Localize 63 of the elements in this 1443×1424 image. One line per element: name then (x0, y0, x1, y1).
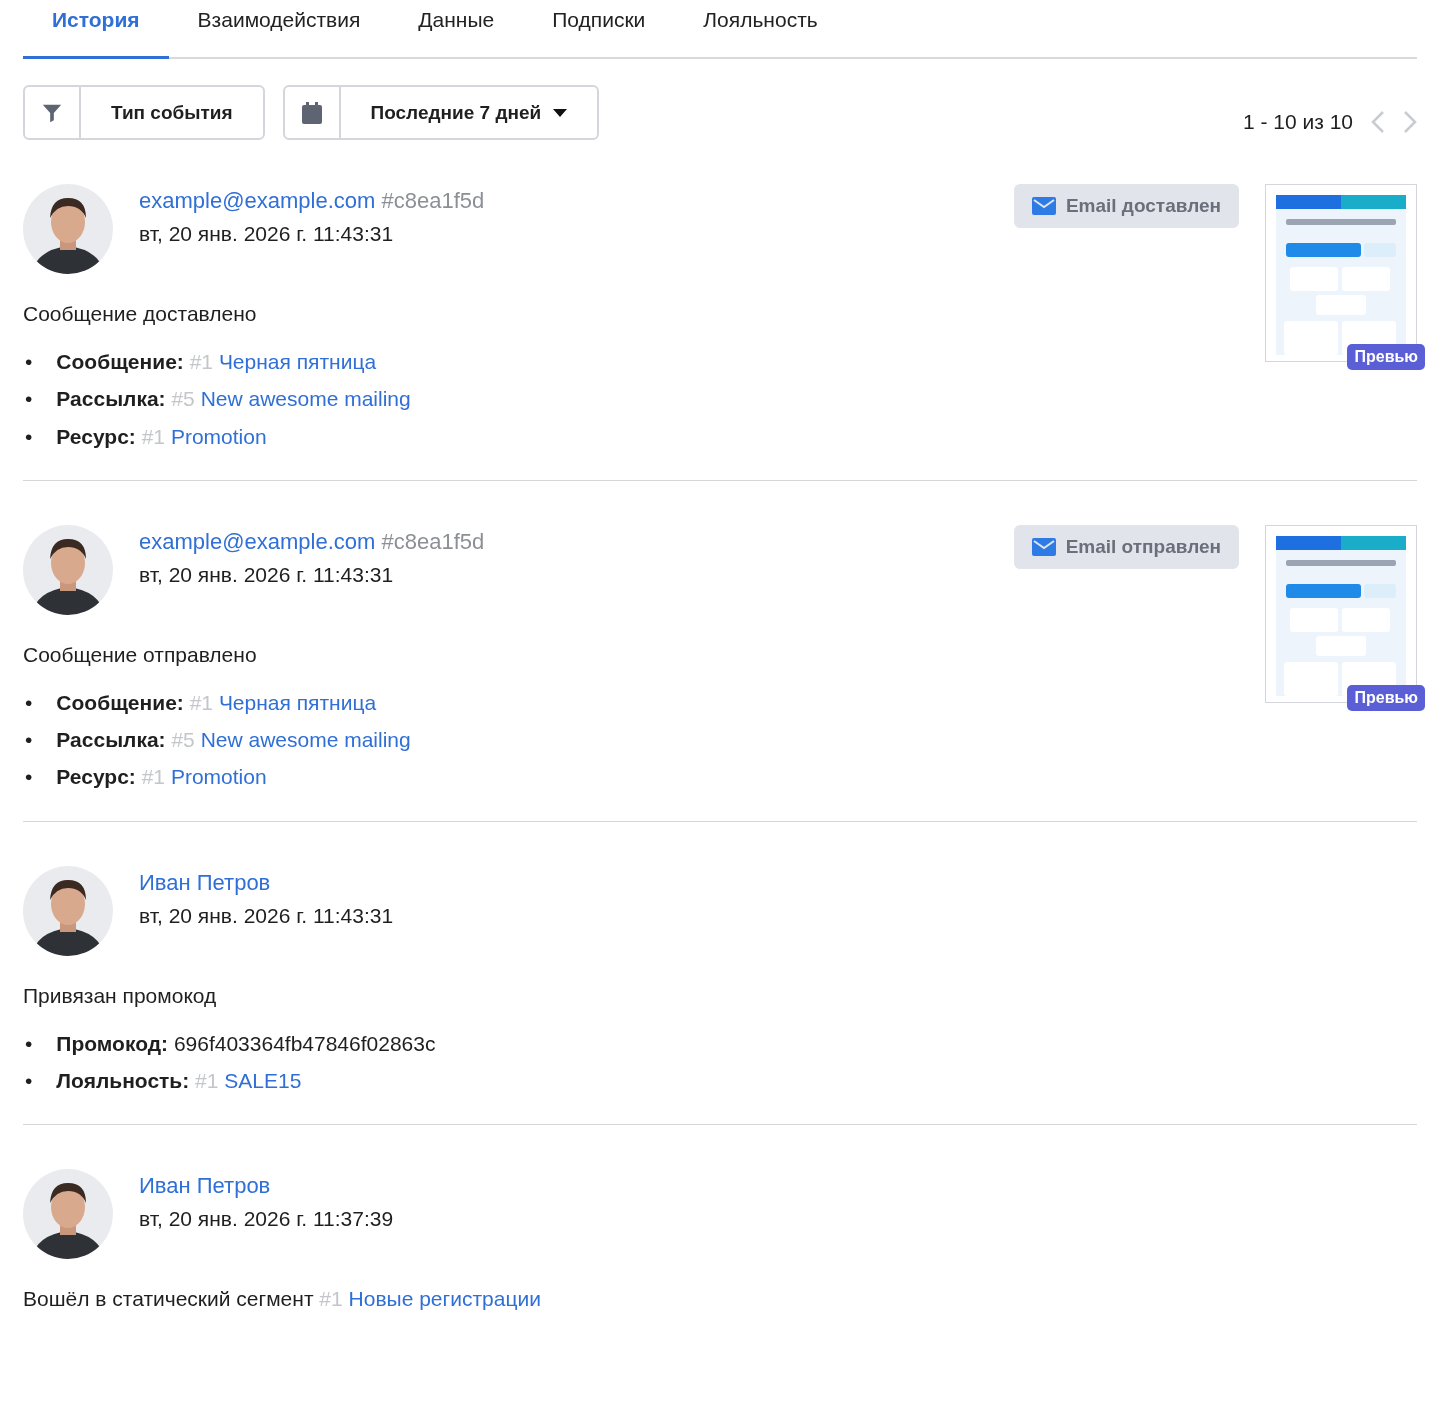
caret-icon (553, 108, 568, 117)
mail-icon (1031, 197, 1056, 215)
tab[interactable]: Взаимодействия (168, 0, 390, 59)
actor-link[interactable]: example@example.com (139, 188, 376, 213)
tab[interactable]: Лояльность (674, 0, 847, 59)
period-dropdown[interactable]: Последние 7 дней (282, 85, 600, 140)
detail-value: 696f403364fb47846f02863c (173, 1030, 436, 1057)
tab[interactable]: Данные (389, 0, 524, 59)
event-type-filter[interactable]: Тип события (23, 85, 265, 140)
actor-link[interactable]: Иван Петров (139, 869, 271, 895)
reference-number: #1 (189, 349, 214, 375)
detail-label: Рассылка: (56, 386, 166, 413)
status-badge: Email отправлен (1013, 524, 1239, 569)
mail-icon (1031, 537, 1056, 556)
bullet: • (25, 349, 33, 375)
bullet: • (25, 423, 33, 450)
event-time: вт, 20 янв. 2026 г. 11:43:31 (139, 903, 394, 928)
event-time: вт, 20 янв. 2026 г. 11:43:31 (139, 222, 395, 246)
detail-link[interactable]: New awesome mailing (200, 385, 411, 413)
event-title: Вошёл в статический сегмент (23, 1287, 314, 1311)
detail-link[interactable]: Promotion (170, 763, 267, 791)
bullet: • (25, 727, 33, 754)
event-title: Привязан промокод (23, 983, 217, 1007)
detail-link[interactable]: Черная пятница (218, 348, 377, 376)
reference-number: #5 (171, 386, 195, 413)
calendar-icon (301, 101, 322, 124)
reference-number: #1 (195, 1068, 219, 1095)
reference-number: #1 (141, 423, 166, 450)
reference-number: #5 (171, 727, 195, 754)
detail-label: Ресурс: (56, 423, 136, 450)
reference-number: #1 (189, 689, 214, 716)
actor-link[interactable]: example@example.com (139, 528, 376, 554)
detail-label: Лояльность: (56, 1068, 190, 1095)
detail-link[interactable]: Черная пятница (218, 688, 377, 717)
bullet: • (25, 386, 33, 413)
tab[interactable]: Подписки (523, 0, 675, 59)
detail-label: Ресурс: (56, 764, 136, 791)
actor-id: #c8ea1f5d (380, 188, 485, 213)
bullet: • (25, 689, 33, 716)
event-title: Сообщение доставлено (23, 302, 257, 325)
event-time: вт, 20 янв. 2026 г. 11:43:31 (139, 562, 395, 587)
reference-number: #1 (318, 1287, 343, 1311)
pagination-range: 1 - 10 из 10 (1242, 109, 1353, 134)
detail-link[interactable]: Promotion (170, 422, 267, 450)
bullet: • (25, 1068, 33, 1095)
reference-number: #1 (141, 764, 166, 791)
actor-id: #c8ea1f5d (380, 528, 485, 554)
detail-label: Рассылка: (56, 727, 166, 754)
status-badge: Email доставлен (1013, 184, 1239, 228)
preview-button[interactable]: Превью (1347, 344, 1425, 370)
detail-link[interactable]: SALE15 (224, 1067, 302, 1095)
segment-link[interactable]: Новые регистрации (348, 1287, 541, 1311)
detail-link[interactable]: New awesome mailing (200, 726, 411, 754)
actor-link[interactable]: Иван Петров (139, 1173, 271, 1199)
tab[interactable]: История (23, 0, 169, 59)
event-title: Сообщение отправлено (23, 642, 257, 666)
detail-label: Сообщение: (56, 349, 184, 375)
bullet: • (25, 1030, 33, 1057)
event-time: вт, 20 янв. 2026 г. 11:37:39 (139, 1207, 394, 1232)
detail-label: Сообщение: (56, 689, 184, 716)
bullet: • (25, 764, 33, 791)
detail-label: Промокод: (56, 1030, 169, 1057)
preview-button[interactable]: Превью (1347, 684, 1425, 711)
